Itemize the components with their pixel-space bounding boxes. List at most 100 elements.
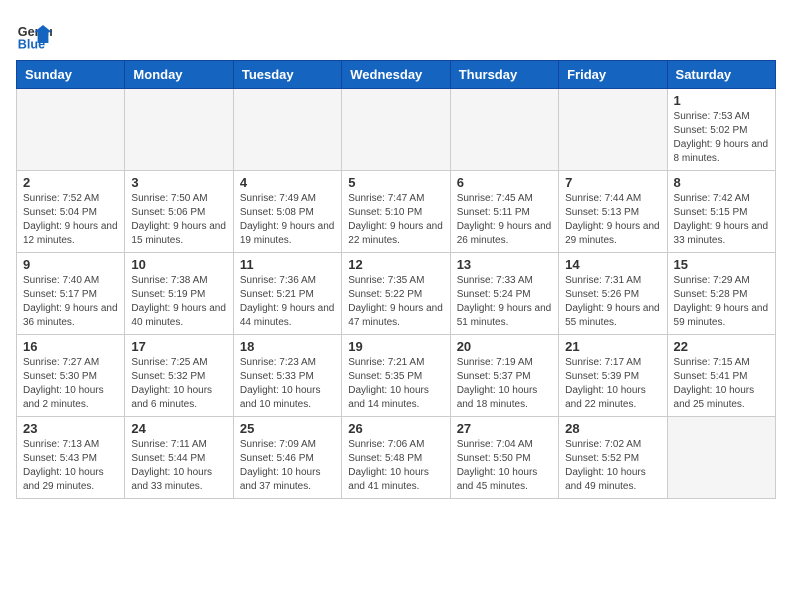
day-info: Sunrise: 7:33 AM Sunset: 5:24 PM Dayligh…: [457, 274, 552, 330]
weekday-header-saturday: Saturday: [667, 61, 775, 89]
calendar-cell: 5 Sunrise: 7:47 AM Sunset: 5:10 PM Daylig…: [342, 171, 450, 253]
calendar-week-row: 2 Sunrise: 7:52 AM Sunset: 5:04 PM Daylig…: [17, 171, 776, 253]
day-number: 19: [348, 339, 443, 354]
day-number: 6: [457, 175, 552, 190]
calendar-cell: [667, 417, 775, 499]
day-number: 3: [131, 175, 226, 190]
day-info: Sunrise: 7:02 AM Sunset: 5:52 PM Dayligh…: [565, 438, 660, 494]
weekday-header-tuesday: Tuesday: [233, 61, 341, 89]
day-number: 17: [131, 339, 226, 354]
calendar-cell: 28 Sunrise: 7:02 AM Sunset: 5:52 PM Dayli…: [559, 417, 667, 499]
weekday-header-thursday: Thursday: [450, 61, 558, 89]
day-info: Sunrise: 7:19 AM Sunset: 5:37 PM Dayligh…: [457, 356, 552, 412]
day-number: 21: [565, 339, 660, 354]
day-number: 14: [565, 257, 660, 272]
calendar-week-row: 23 Sunrise: 7:13 AM Sunset: 5:43 PM Dayli…: [17, 417, 776, 499]
calendar-cell: 3 Sunrise: 7:50 AM Sunset: 5:06 PM Daylig…: [125, 171, 233, 253]
day-number: 2: [23, 175, 118, 190]
calendar-week-row: 16 Sunrise: 7:27 AM Sunset: 5:30 PM Dayli…: [17, 335, 776, 417]
day-number: 20: [457, 339, 552, 354]
day-number: 12: [348, 257, 443, 272]
day-number: 11: [240, 257, 335, 272]
day-number: 27: [457, 421, 552, 436]
page-header: General Blue: [16, 16, 776, 52]
day-number: 5: [348, 175, 443, 190]
day-info: Sunrise: 7:52 AM Sunset: 5:04 PM Dayligh…: [23, 192, 118, 248]
day-number: 25: [240, 421, 335, 436]
day-info: Sunrise: 7:15 AM Sunset: 5:41 PM Dayligh…: [674, 356, 769, 412]
calendar-cell: 14Sunrise: 7:31 AM Sunset: 5:26 PM Dayli…: [559, 253, 667, 335]
day-info: Sunrise: 7:36 AM Sunset: 5:21 PM Dayligh…: [240, 274, 335, 330]
calendar-cell: [450, 89, 558, 171]
day-number: 13: [457, 257, 552, 272]
day-info: Sunrise: 7:47 AM Sunset: 5:10 PM Dayligh…: [348, 192, 443, 248]
day-number: 15: [674, 257, 769, 272]
day-number: 28: [565, 421, 660, 436]
calendar-cell: 19 Sunrise: 7:21 AM Sunset: 5:35 PM Dayli…: [342, 335, 450, 417]
day-info: Sunrise: 7:17 AM Sunset: 5:39 PM Dayligh…: [565, 356, 660, 412]
day-info: Sunrise: 7:53 AM Sunset: 5:02 PM Dayligh…: [674, 110, 769, 166]
day-info: Sunrise: 7:38 AM Sunset: 5:19 PM Dayligh…: [131, 274, 226, 330]
logo-icon: General Blue: [16, 16, 52, 52]
calendar-cell: 21 Sunrise: 7:17 AM Sunset: 5:39 PM Dayli…: [559, 335, 667, 417]
calendar-week-row: 9 Sunrise: 7:40 AM Sunset: 5:17 PM Daylig…: [17, 253, 776, 335]
calendar-cell: 22 Sunrise: 7:15 AM Sunset: 5:41 PM Dayli…: [667, 335, 775, 417]
calendar-cell: 7 Sunrise: 7:44 AM Sunset: 5:13 PM Daylig…: [559, 171, 667, 253]
day-number: 7: [565, 175, 660, 190]
calendar-cell: 15 Sunrise: 7:29 AM Sunset: 5:28 PM Dayli…: [667, 253, 775, 335]
calendar-cell: 10 Sunrise: 7:38 AM Sunset: 5:19 PM Dayli…: [125, 253, 233, 335]
calendar-cell: 25 Sunrise: 7:09 AM Sunset: 5:46 PM Dayli…: [233, 417, 341, 499]
day-info: Sunrise: 7:21 AM Sunset: 5:35 PM Dayligh…: [348, 356, 443, 412]
weekday-header-wednesday: Wednesday: [342, 61, 450, 89]
calendar-cell: 18Sunrise: 7:23 AM Sunset: 5:33 PM Dayli…: [233, 335, 341, 417]
calendar-cell: 13 Sunrise: 7:33 AM Sunset: 5:24 PM Dayli…: [450, 253, 558, 335]
logo: General Blue: [16, 16, 54, 52]
day-info: Sunrise: 7:13 AM Sunset: 5:43 PM Dayligh…: [23, 438, 118, 494]
day-info: Sunrise: 7:44 AM Sunset: 5:13 PM Dayligh…: [565, 192, 660, 248]
weekday-header-sunday: Sunday: [17, 61, 125, 89]
day-number: 26: [348, 421, 443, 436]
calendar-cell: 11 Sunrise: 7:36 AM Sunset: 5:21 PM Dayli…: [233, 253, 341, 335]
calendar-cell: 6 Sunrise: 7:45 AM Sunset: 5:11 PM Daylig…: [450, 171, 558, 253]
calendar-cell: 17 Sunrise: 7:25 AM Sunset: 5:32 PM Dayli…: [125, 335, 233, 417]
day-number: 9: [23, 257, 118, 272]
calendar-cell: 26 Sunrise: 7:06 AM Sunset: 5:48 PM Dayli…: [342, 417, 450, 499]
day-number: 23: [23, 421, 118, 436]
calendar-cell: 24 Sunrise: 7:11 AM Sunset: 5:44 PM Dayli…: [125, 417, 233, 499]
calendar-cell: 20 Sunrise: 7:19 AM Sunset: 5:37 PM Dayli…: [450, 335, 558, 417]
day-info: Sunrise: 7:40 AM Sunset: 5:17 PM Dayligh…: [23, 274, 118, 330]
day-info: Sunrise: 7:45 AM Sunset: 5:11 PM Dayligh…: [457, 192, 552, 248]
day-info: Sunrise: 7:35 AM Sunset: 5:22 PM Dayligh…: [348, 274, 443, 330]
day-info: Sunrise: 7:29 AM Sunset: 5:28 PM Dayligh…: [674, 274, 769, 330]
calendar-cell: 27Sunrise: 7:04 AM Sunset: 5:50 PM Dayli…: [450, 417, 558, 499]
calendar-cell: 2 Sunrise: 7:52 AM Sunset: 5:04 PM Daylig…: [17, 171, 125, 253]
day-number: 24: [131, 421, 226, 436]
day-number: 22: [674, 339, 769, 354]
calendar-cell: 9 Sunrise: 7:40 AM Sunset: 5:17 PM Daylig…: [17, 253, 125, 335]
calendar-cell: 4Sunrise: 7:49 AM Sunset: 5:08 PM Daylig…: [233, 171, 341, 253]
day-info: Sunrise: 7:09 AM Sunset: 5:46 PM Dayligh…: [240, 438, 335, 494]
calendar-table: SundayMondayTuesdayWednesdayThursdayFrid…: [16, 60, 776, 499]
day-number: 16: [23, 339, 118, 354]
calendar-header-row: SundayMondayTuesdayWednesdayThursdayFrid…: [17, 61, 776, 89]
calendar-week-row: 1 Sunrise: 7:53 AM Sunset: 5:02 PM Daylig…: [17, 89, 776, 171]
calendar-cell: 16 Sunrise: 7:27 AM Sunset: 5:30 PM Dayli…: [17, 335, 125, 417]
day-number: 1: [674, 93, 769, 108]
calendar-cell: [342, 89, 450, 171]
day-info: Sunrise: 7:25 AM Sunset: 5:32 PM Dayligh…: [131, 356, 226, 412]
day-info: Sunrise: 7:42 AM Sunset: 5:15 PM Dayligh…: [674, 192, 769, 248]
weekday-header-monday: Monday: [125, 61, 233, 89]
calendar-cell: [125, 89, 233, 171]
day-info: Sunrise: 7:06 AM Sunset: 5:48 PM Dayligh…: [348, 438, 443, 494]
calendar-cell: 12 Sunrise: 7:35 AM Sunset: 5:22 PM Dayli…: [342, 253, 450, 335]
calendar-cell: 23 Sunrise: 7:13 AM Sunset: 5:43 PM Dayli…: [17, 417, 125, 499]
calendar-cell: [17, 89, 125, 171]
day-info: Sunrise: 7:50 AM Sunset: 5:06 PM Dayligh…: [131, 192, 226, 248]
day-number: 10: [131, 257, 226, 272]
calendar-cell: 8Sunrise: 7:42 AM Sunset: 5:15 PM Daylig…: [667, 171, 775, 253]
calendar-cell: [233, 89, 341, 171]
day-number: 18: [240, 339, 335, 354]
day-info: Sunrise: 7:27 AM Sunset: 5:30 PM Dayligh…: [23, 356, 118, 412]
day-info: Sunrise: 7:11 AM Sunset: 5:44 PM Dayligh…: [131, 438, 226, 494]
calendar-cell: 1 Sunrise: 7:53 AM Sunset: 5:02 PM Daylig…: [667, 89, 775, 171]
